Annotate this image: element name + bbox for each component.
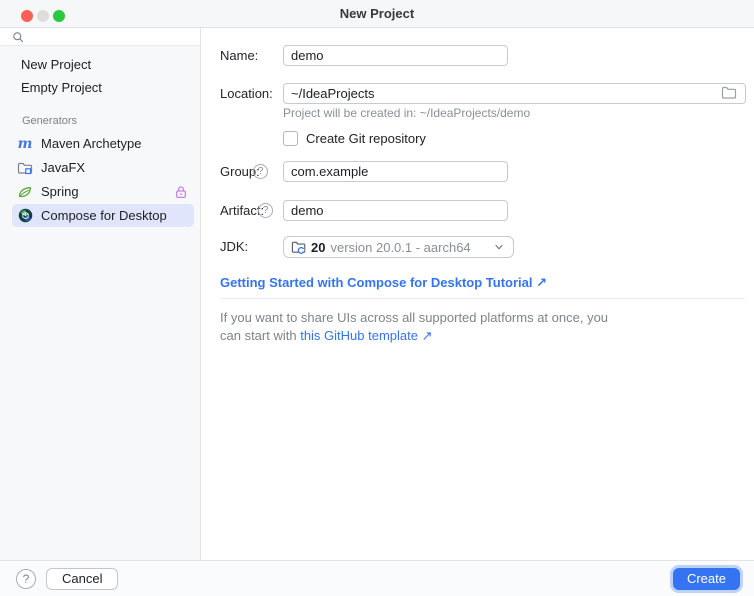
jdk-folder-icon bbox=[291, 240, 306, 255]
window-titlebar: New Project bbox=[0, 0, 754, 28]
generator-label: Compose for Desktop bbox=[41, 208, 167, 223]
dialog-footer: ? Cancel Create bbox=[0, 560, 754, 596]
sidebar-item-empty-project[interactable]: Empty Project bbox=[0, 76, 200, 99]
sidebar-item-new-project[interactable]: New Project bbox=[0, 53, 200, 76]
jdk-label: JDK: bbox=[220, 236, 248, 257]
share-uis-text: If you want to share UIs across all supp… bbox=[220, 309, 608, 345]
artifact-row: Artifact: ? bbox=[201, 200, 754, 221]
sidebar-item-label: Empty Project bbox=[21, 80, 102, 95]
artifact-input[interactable] bbox=[283, 200, 508, 221]
location-row: Location: bbox=[201, 83, 754, 104]
tutorial-row: Getting Started with Compose for Desktop… bbox=[201, 275, 754, 291]
location-label: Location: bbox=[220, 83, 273, 104]
share-uis-line1: If you want to share UIs across all supp… bbox=[220, 310, 608, 325]
generator-list: m Maven Archetype JavaFX bbox=[0, 132, 200, 227]
name-row: Name: bbox=[201, 45, 754, 66]
github-template-link[interactable]: this GitHub template ↗ bbox=[300, 328, 432, 343]
jdk-version-detail: version 20.0.1 - aarch64 bbox=[330, 240, 470, 255]
sidebar-item-label: New Project bbox=[21, 57, 91, 72]
new-project-dialog: New Project New Project Empty Project Ge… bbox=[0, 0, 754, 596]
tutorial-link[interactable]: Getting Started with Compose for Desktop… bbox=[220, 275, 547, 291]
sidebar-item-spring[interactable]: Spring bbox=[12, 180, 194, 203]
content-divider bbox=[220, 298, 745, 299]
javafx-icon bbox=[17, 160, 33, 176]
generator-label: JavaFX bbox=[41, 160, 85, 175]
location-input[interactable] bbox=[283, 83, 746, 104]
name-input[interactable] bbox=[283, 45, 508, 66]
group-row: Group: ? bbox=[201, 161, 754, 182]
chevron-down-icon bbox=[493, 241, 505, 253]
compose-icon bbox=[17, 208, 33, 224]
project-type-list: New Project Empty Project bbox=[0, 53, 200, 99]
jdk-row: JDK: 20 version 20.0.1 - aarch64 bbox=[201, 236, 754, 258]
search-icon bbox=[12, 31, 24, 43]
group-input[interactable] bbox=[283, 161, 508, 182]
search-input[interactable] bbox=[0, 28, 200, 46]
generator-label: Maven Archetype bbox=[41, 136, 141, 151]
browse-folder-icon[interactable] bbox=[721, 86, 737, 103]
git-checkbox[interactable] bbox=[283, 131, 298, 146]
sidebar: New Project Empty Project Generators m M… bbox=[0, 28, 201, 560]
generator-label: Spring bbox=[41, 184, 79, 199]
maven-icon: m bbox=[17, 136, 33, 152]
name-label: Name: bbox=[220, 45, 258, 66]
new-project-form: Name: Location: Project will be created … bbox=[201, 28, 754, 560]
jdk-version-name: 20 bbox=[311, 240, 325, 255]
create-button[interactable]: Create bbox=[673, 568, 740, 590]
git-checkbox-label: Create Git repository bbox=[306, 131, 426, 147]
location-hint: Project will be created in: ~/IdeaProjec… bbox=[283, 106, 530, 120]
group-help-icon[interactable]: ? bbox=[253, 164, 268, 179]
window-title: New Project bbox=[0, 0, 754, 28]
help-button[interactable]: ? bbox=[16, 569, 36, 589]
artifact-help-icon[interactable]: ? bbox=[258, 203, 273, 218]
generators-section-label: Generators bbox=[22, 115, 200, 127]
sidebar-item-compose-for-desktop[interactable]: Compose for Desktop bbox=[12, 204, 194, 227]
git-row: Create Git repository bbox=[201, 131, 754, 147]
share-uis-line2-prefix: can start with bbox=[220, 328, 300, 343]
sidebar-item-maven-archetype[interactable]: m Maven Archetype bbox=[12, 132, 194, 155]
spring-icon bbox=[17, 184, 33, 200]
cancel-button[interactable]: Cancel bbox=[46, 568, 118, 590]
lock-icon bbox=[175, 185, 187, 199]
sidebar-item-javafx[interactable]: JavaFX bbox=[12, 156, 194, 179]
jdk-dropdown[interactable]: 20 version 20.0.1 - aarch64 bbox=[283, 236, 514, 258]
